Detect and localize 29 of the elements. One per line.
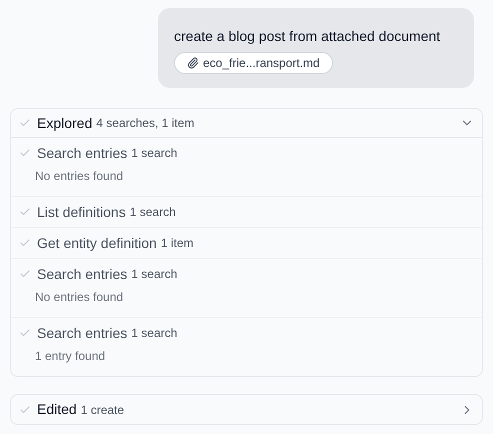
message-text: create a blog post from attached document	[174, 27, 440, 46]
item-title: Search entries	[37, 324, 128, 342]
check-icon	[19, 117, 31, 129]
item-count: 1 item	[160, 235, 194, 252]
group-header[interactable]: Edited 1 create	[11, 395, 482, 424]
attachment-chip[interactable]: eco_frie...ransport.md	[174, 52, 333, 74]
group-summary: 1 create	[80, 402, 124, 418]
item-count: 1 search	[130, 204, 176, 221]
item-result: No entries found	[35, 168, 124, 184]
paperclip-icon	[187, 57, 199, 69]
item-result: 1 entry found	[35, 348, 106, 364]
group-title: Explored	[37, 114, 92, 133]
item-title: Get entity definition	[37, 234, 157, 253]
item-title: List definitions	[37, 202, 126, 222]
check-icon	[19, 404, 31, 416]
item-count: 1 search	[131, 145, 178, 162]
check-icon	[19, 327, 31, 339]
item-count: 1 search	[131, 266, 178, 283]
item-count: 1 search	[131, 325, 178, 342]
group-title: Edited	[37, 400, 77, 419]
group-header[interactable]: Explored 4 searches, 1 item	[11, 109, 482, 138]
check-icon	[19, 206, 31, 218]
group-summary: 4 searches, 1 item	[96, 115, 194, 132]
item-title: Search entries	[37, 264, 128, 284]
item-result: No entries found	[35, 289, 124, 305]
item-title: Search entries	[37, 144, 128, 162]
check-icon	[19, 268, 31, 280]
check-icon	[19, 237, 31, 249]
check-icon	[19, 147, 31, 159]
